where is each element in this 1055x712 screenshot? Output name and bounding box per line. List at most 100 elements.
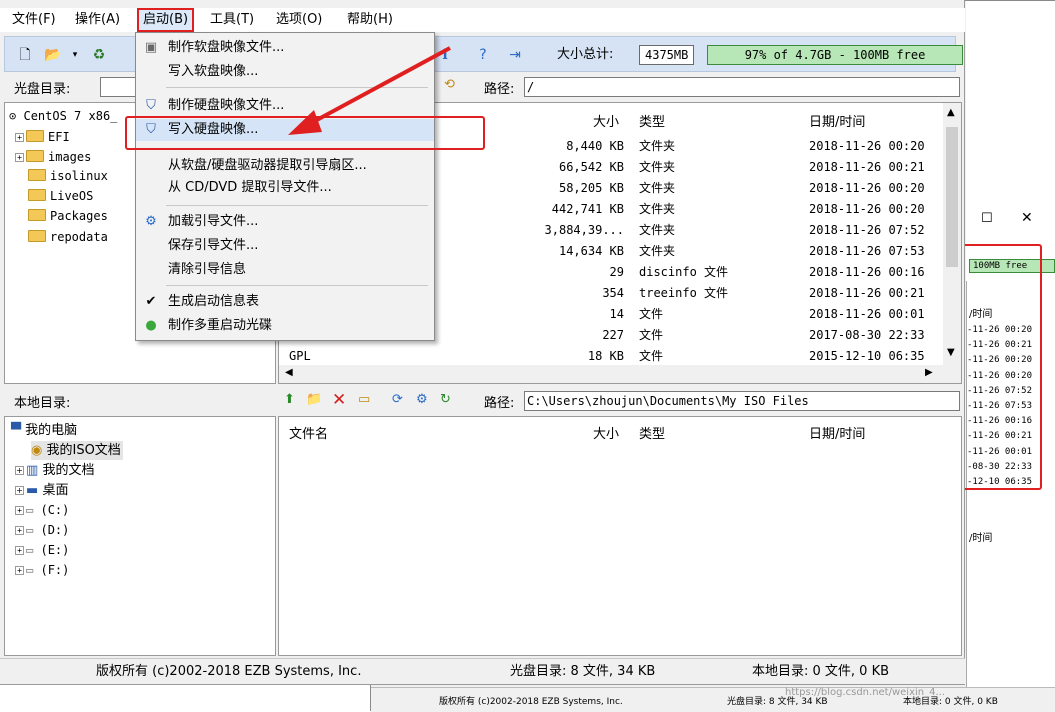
col-header-type[interactable]: 类型 — [639, 423, 665, 447]
col-header-type[interactable]: 类型 — [639, 111, 665, 135]
extract-icon[interactable]: ♻ — [89, 45, 109, 65]
horizontal-scrollbar[interactable]: ◀ ▶ — [279, 365, 961, 383]
tree-root-disc[interactable]: ⊙ CentOS 7 x86_ — [9, 107, 117, 126]
delete-icon[interactable]: ✕ — [332, 390, 346, 410]
expand-icon[interactable]: + — [15, 486, 24, 495]
tree-label: CentOS 7 x86_ — [23, 109, 118, 123]
menu-item-generate-boot-info-table[interactable]: ✔ 生成启动信息表 — [136, 291, 434, 313]
expand-icon[interactable]: + — [15, 506, 24, 515]
menu-item-label: 制作多重启动光碟 — [168, 318, 273, 333]
expand-icon[interactable]: + — [15, 546, 24, 555]
col-header-size[interactable]: 大小 — [593, 423, 619, 447]
tree-item-repodata[interactable]: repodata — [28, 228, 108, 247]
exit-icon[interactable]: ⇥ — [505, 45, 525, 65]
menu-item-load-boot-file[interactable]: ⚙ 加载引导文件... — [136, 211, 434, 233]
file-date: 2018-11-26 00:20 — [809, 181, 925, 195]
expand-icon[interactable]: + — [15, 466, 24, 475]
tree-item-isolinux[interactable]: isolinux — [28, 167, 108, 186]
disc-label-field[interactable] — [100, 77, 140, 97]
scroll-left-icon[interactable]: ◀ — [285, 367, 293, 378]
local-path-row: ⬆ 📁 ✕ ▭ ⟳ ⚙ ↻ 路径: C:\Users\zhoujun\Docum… — [278, 390, 960, 412]
bg-status-copyright: 版权所有 (c)2002-2018 EZB Systems, Inc. — [439, 697, 623, 707]
tree-item-liveos[interactable]: LiveOS — [28, 187, 93, 206]
folder-icon — [28, 230, 46, 242]
scroll-thumb[interactable] — [946, 127, 958, 267]
local-tree: ▀ 我的电脑 ◉ 我的ISO文档 + ▥ 我的文档 + ▬ 桌面 + ▭ (C:) +… — [4, 416, 276, 656]
up-folder-icon[interactable]: ⬆ — [284, 392, 295, 407]
file-type: 文件夹 — [639, 160, 676, 174]
menu-item-multi-boot-disc[interactable]: ● 制作多重启动光碟 — [136, 315, 434, 337]
col-header-date[interactable]: 日期/时间 — [809, 423, 865, 447]
annotation-arrow — [288, 46, 451, 135]
browse-icon[interactable]: ⟳ — [392, 392, 403, 407]
scroll-up-icon[interactable]: ▲ — [947, 107, 955, 118]
file-size: 354 — [602, 286, 624, 300]
scroll-down-icon[interactable]: ▼ — [947, 347, 955, 358]
scroll-right-icon[interactable]: ▶ — [925, 367, 933, 378]
tree-label: (C:) — [40, 503, 70, 517]
menu-tools[interactable]: 工具(T) — [206, 8, 258, 32]
menu-help[interactable]: 帮助(H) — [343, 8, 397, 32]
menu-options[interactable]: 选项(O) — [272, 8, 326, 32]
menu-bootable[interactable]: 启动(B) — [137, 8, 195, 32]
disc-path-field[interactable]: / — [524, 77, 960, 97]
tree-label: (D:) — [40, 523, 70, 537]
new-folder-icon[interactable]: 📁 — [306, 392, 322, 407]
local-path-field[interactable]: C:\Users\zhoujun\Documents\My ISO Files — [524, 391, 960, 411]
tree-item-drive-f[interactable]: + ▭ (F:) — [15, 561, 69, 580]
tree-item-packages[interactable]: Packages — [28, 207, 108, 226]
vertical-scrollbar[interactable]: ▲ ▼ — [943, 103, 961, 365]
col-header-size[interactable]: 大小 — [593, 111, 619, 135]
file-type: 文件 — [639, 328, 664, 342]
file-date: 2018-11-26 00:01 — [809, 307, 925, 321]
settings-icon[interactable]: ⚙ — [416, 392, 428, 407]
tree-item-drive-e[interactable]: + ▭ (E:) — [15, 541, 69, 560]
iso-folder-icon: ◉ — [31, 443, 43, 458]
folder-icon — [26, 150, 44, 162]
rename-icon[interactable]: ▭ — [358, 392, 370, 407]
menu-item-extract-boot-file[interactable]: 从 CD/DVD 提取引导文件... — [136, 177, 434, 199]
folder-icon — [28, 169, 46, 181]
open-icon[interactable]: 📂 — [43, 45, 63, 65]
col-header-date[interactable]: 日期/时间 — [809, 111, 865, 135]
menu-bar: 文件(F) 操作(A) 启动(B) 工具(T) 选项(O) 帮助(H) — [0, 8, 965, 32]
disc-label: 光盘目录: — [14, 82, 71, 97]
refresh-icon[interactable]: ↻ — [440, 392, 451, 407]
file-size: 442,741 KB — [551, 202, 624, 216]
expand-icon[interactable]: + — [15, 133, 24, 142]
expand-icon[interactable]: + — [15, 153, 24, 162]
file-date: 2017-08-30 22:33 — [809, 328, 925, 342]
menu-item-extract-boot-sector[interactable]: 从软盘/硬盘驱动器提取引导扇区... — [136, 155, 434, 177]
expand-icon[interactable]: + — [15, 566, 24, 575]
menu-item-save-boot-file[interactable]: 保存引导文件... — [136, 235, 434, 257]
tree-item-images[interactable]: + images — [15, 148, 91, 167]
tree-item-efi[interactable]: + EFI — [15, 128, 70, 147]
tree-label: (F:) — [40, 563, 70, 577]
tree-item-desktop[interactable]: + ▬ 桌面 — [15, 481, 68, 500]
menu-file[interactable]: 文件(F) — [8, 8, 60, 32]
open-dropdown-icon[interactable]: ▾ — [65, 45, 85, 65]
close-icon[interactable]: ✕ — [1021, 210, 1033, 226]
help-icon[interactable]: ? — [473, 45, 493, 65]
tree-item-drive-c[interactable]: + ▭ (C:) — [15, 501, 69, 520]
bg-col-header-2: /时间 — [969, 533, 993, 544]
new-icon[interactable]: 🗋 — [15, 45, 35, 65]
maximize-icon[interactable]: ☐ — [981, 211, 993, 226]
expand-icon[interactable]: + — [15, 526, 24, 535]
file-type: 文件 — [639, 307, 664, 321]
tree-item-my-iso[interactable]: ◉ 我的ISO文档 — [31, 441, 123, 460]
col-header-filename[interactable]: 文件名 — [289, 423, 328, 447]
tree-root-computer[interactable]: ▀ 我的电脑 — [11, 421, 77, 440]
capacity-bar: 97% of 4.7GB - 100MB free — [707, 45, 963, 65]
tree-item-my-documents[interactable]: + ▥ 我的文档 — [15, 461, 94, 480]
tree-label: Packages — [50, 209, 108, 223]
folder-icon — [28, 189, 46, 201]
file-date: 2018-11-26 00:16 — [809, 265, 925, 279]
drive-icon: ▭ — [26, 523, 34, 537]
menu-actions[interactable]: 操作(A) — [71, 8, 124, 32]
folder-icon — [26, 130, 44, 142]
menu-item-clear-boot-info[interactable]: 清除引导信息 — [136, 259, 434, 281]
tree-label: isolinux — [50, 169, 108, 183]
tree-item-drive-d[interactable]: + ▭ (D:) — [15, 521, 69, 540]
table-row[interactable]: GPL 18 KB 文件 2015-12-10 06:35 — [279, 346, 959, 367]
